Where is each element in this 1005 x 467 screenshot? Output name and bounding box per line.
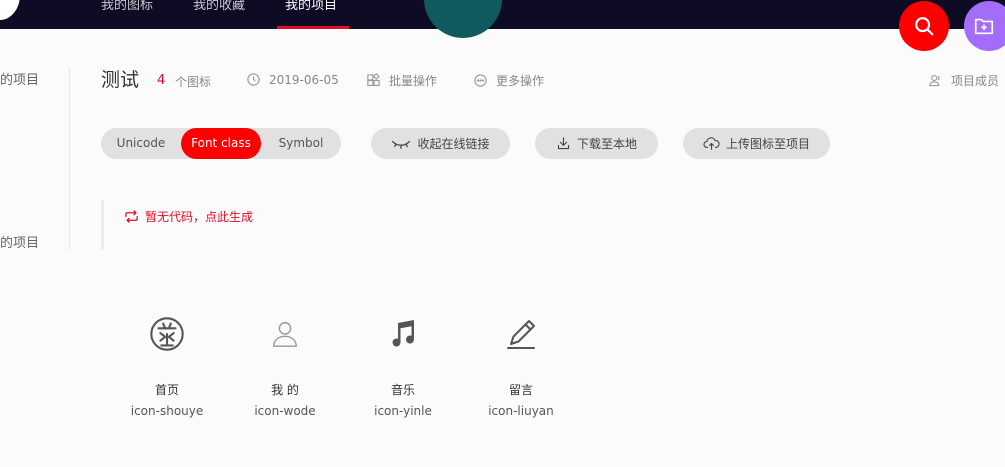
tab-unicode[interactable]: Unicode [101, 128, 181, 159]
tab-symbol[interactable]: Symbol [261, 128, 341, 159]
more-operation-button[interactable]: 更多操作 [473, 72, 544, 89]
search-icon [915, 17, 934, 36]
icon-count-unit: 个图标 [175, 75, 212, 89]
search-button[interactable] [899, 1, 949, 51]
home-emblem-icon [150, 317, 184, 351]
icon-name: 我 的 [271, 383, 299, 397]
sidebar-item-projects-a[interactable]: 的项目 [0, 69, 39, 88]
generate-code-text: 暂无代码，点此生成 [145, 210, 254, 224]
members-label: 项目成员 [951, 74, 1000, 88]
eye-closed-icon [392, 140, 411, 149]
more-label: 更多操作 [496, 74, 545, 88]
download-button[interactable]: 下载至本地 [535, 128, 658, 159]
icon-count: 4 [157, 73, 166, 88]
icon-name: 首页 [154, 383, 179, 397]
folder-add-icon [974, 18, 994, 35]
pen-icon [507, 320, 535, 349]
generate-code-link[interactable]: 暂无代码，点此生成 [124, 208, 253, 225]
sidebar-divider [69, 68, 70, 250]
batch-operation-button[interactable]: 批量操作 [366, 72, 437, 89]
refresh-icon [125, 210, 138, 223]
nav-my-icons[interactable]: 我的图标 [101, 0, 153, 13]
collapse-link-button[interactable]: 收起在线链接 [371, 128, 510, 159]
more-icon [474, 74, 487, 87]
clock-icon [247, 73, 260, 86]
sidebar-item-projects-b[interactable]: 的项目 [0, 232, 39, 251]
code-type-switch: Unicode Font class Symbol [101, 128, 341, 159]
icon-card-yinle[interactable]: 音乐 icon-yinle [348, 312, 458, 422]
icon-card-shouye[interactable]: 首页 icon-shouye [112, 312, 222, 422]
upload-button[interactable]: 上传图标至项目 [683, 128, 830, 159]
upload-label: 上传图标至项目 [725, 137, 810, 151]
icon-name: 音乐 [390, 383, 415, 397]
icon-class: icon-liuyan [488, 404, 554, 418]
members-icon [929, 74, 940, 87]
project-members-button[interactable]: 项目成员 [928, 72, 999, 89]
user-icon [273, 322, 297, 347]
icon-class: icon-shouye [130, 404, 204, 418]
new-project-button[interactable] [964, 1, 1005, 51]
nav-active-indicator [277, 26, 349, 29]
tab-font-class[interactable]: Font class [181, 128, 261, 159]
icon-card-wode[interactable]: 我 的 icon-wode [230, 312, 340, 422]
icon-class: icon-yinle [374, 404, 432, 418]
music-note-icon [392, 320, 414, 347]
cloud-upload-icon [703, 137, 720, 150]
grid-icon [367, 73, 380, 87]
icon-class: icon-wode [254, 404, 316, 418]
date-text: 2019-06-05 [269, 72, 339, 87]
batch-label: 批量操作 [389, 74, 438, 88]
icon-name: 留言 [508, 383, 533, 397]
nav-my-projects[interactable]: 我的项目 [285, 0, 337, 13]
project-date: 2019-06-05 [246, 72, 339, 87]
download-icon [557, 137, 570, 150]
top-nav: 我的图标 我的收藏 我的项目 [0, 0, 1005, 38]
decorative-circle [424, 0, 502, 38]
project-title: 测试 [101, 69, 140, 91]
avatar[interactable] [0, 0, 20, 20]
collapse-label: 收起在线链接 [417, 137, 490, 151]
download-label: 下载至本地 [576, 137, 637, 151]
icon-card-liuyan[interactable]: 留言 icon-liuyan [466, 312, 576, 422]
nav-my-favorites[interactable]: 我的收藏 [193, 0, 245, 13]
